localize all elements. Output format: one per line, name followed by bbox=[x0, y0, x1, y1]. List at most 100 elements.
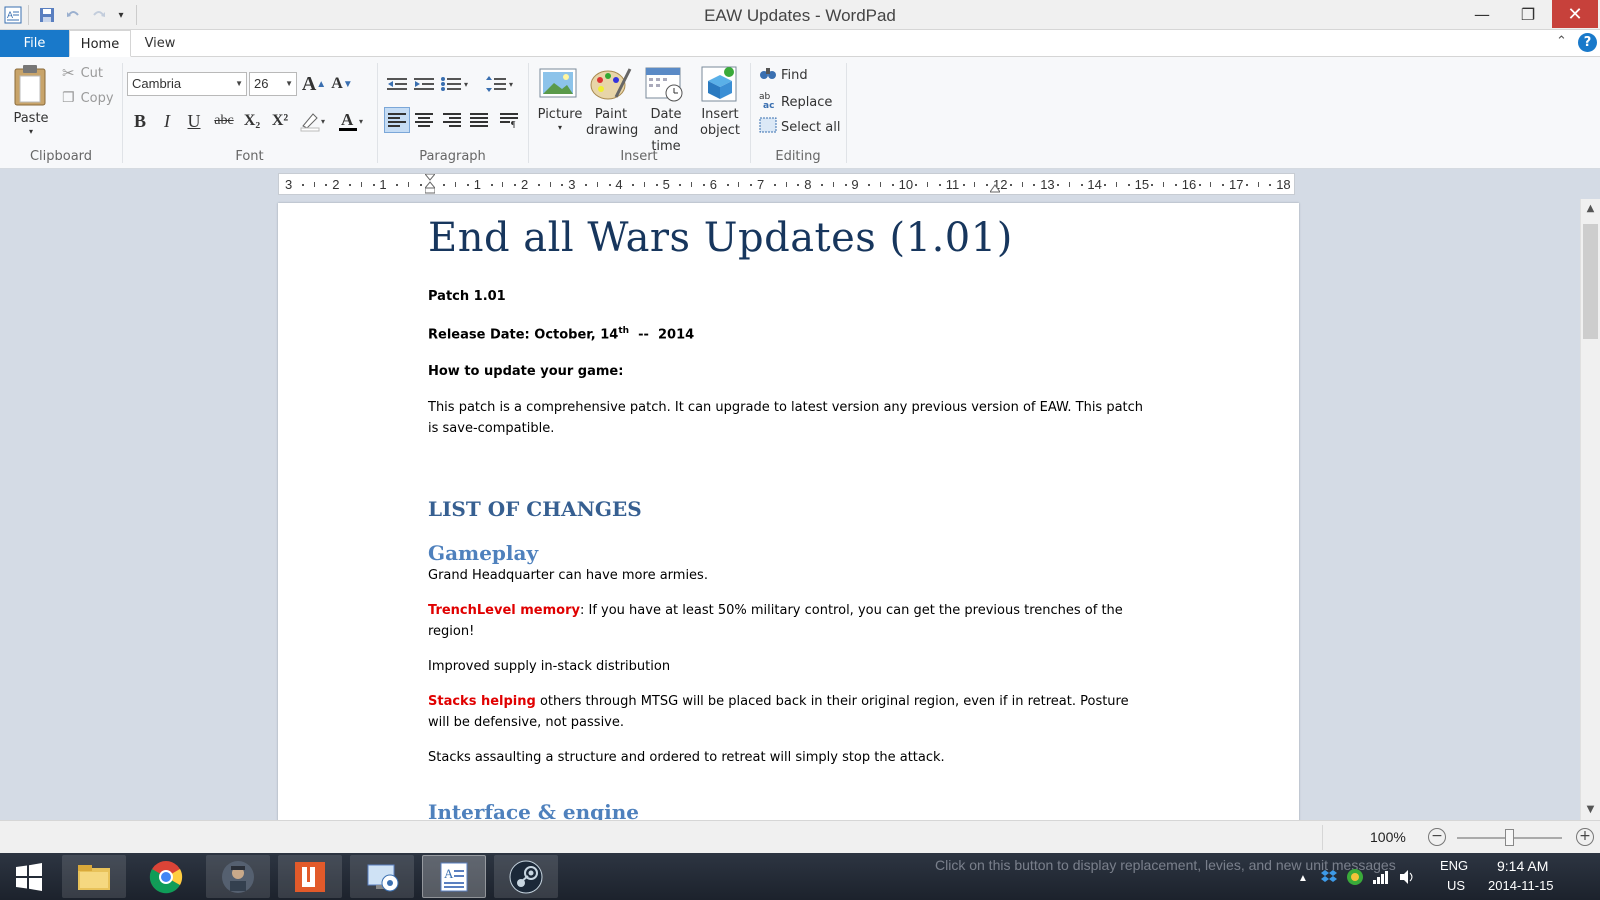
right-indent-marker-icon[interactable] bbox=[989, 182, 1001, 194]
cut-button[interactable]: ✂ Cut bbox=[62, 64, 103, 82]
start-button[interactable] bbox=[0, 855, 58, 898]
decrease-indent-icon[interactable] bbox=[385, 72, 409, 96]
svg-text:▾: ▾ bbox=[464, 80, 468, 89]
underline-button[interactable]: U bbox=[182, 109, 206, 133]
ruler-tick bbox=[821, 184, 823, 186]
gameplay-item: Stacks assaulting a structure and ordere… bbox=[428, 750, 945, 766]
network-signal-icon[interactable] bbox=[1372, 869, 1390, 888]
find-button[interactable]: Find bbox=[759, 65, 808, 85]
release-date-sup: th bbox=[618, 326, 630, 336]
taskbar-office[interactable] bbox=[278, 855, 342, 898]
document-page[interactable]: End all Wars Updates (1.01) Patch 1.01 R… bbox=[278, 203, 1299, 820]
copy-button[interactable]: ❐ Copy bbox=[62, 90, 114, 106]
scroll-down-icon[interactable]: ▼ bbox=[1581, 800, 1600, 820]
collapse-ribbon-icon[interactable]: ⌃ bbox=[1556, 34, 1567, 49]
ruler-number: 5 bbox=[662, 177, 670, 192]
ruler-tick bbox=[1116, 182, 1117, 187]
subscript-button[interactable]: X₂ bbox=[240, 109, 264, 133]
align-left-icon[interactable] bbox=[384, 107, 410, 133]
replace-button[interactable]: ab ac Replace bbox=[759, 91, 832, 113]
increase-indent-icon[interactable] bbox=[412, 72, 436, 96]
bullets-icon[interactable]: ▾ bbox=[440, 72, 474, 96]
clock-time[interactable]: 9:14 AM bbox=[1497, 858, 1548, 874]
minimize-button[interactable]: — bbox=[1462, 0, 1502, 28]
document-title: End all Wars Updates (1.01) bbox=[428, 215, 1013, 261]
input-region[interactable]: US bbox=[1447, 878, 1465, 893]
grow-font-icon: A bbox=[301, 72, 317, 95]
zoom-out-button[interactable]: − bbox=[1428, 828, 1446, 846]
scroll-up-icon[interactable]: ▲ bbox=[1581, 199, 1600, 219]
picture-button[interactable]: Picture ▾ bbox=[536, 63, 584, 132]
grow-font-button[interactable]: A ▲ bbox=[302, 72, 326, 96]
ruler-tick bbox=[301, 184, 304, 186]
font-color-button[interactable]: A ▾ bbox=[336, 109, 368, 133]
ruler-tick bbox=[785, 182, 787, 187]
zoom-slider-thumb[interactable] bbox=[1504, 829, 1514, 846]
highlight-color-button[interactable]: ▾ bbox=[298, 109, 330, 133]
find-label: Find bbox=[781, 67, 808, 83]
strikethrough-button[interactable]: abc bbox=[210, 109, 238, 133]
ruler-number: 2 bbox=[521, 177, 529, 192]
ruler[interactable]: 3 2 1 1 2 3 4 5 6 7 8 9 10 11 12 13 14 15 16 17 18 bbox=[278, 173, 1295, 195]
taskbar-chrome[interactable] bbox=[134, 855, 198, 898]
shrink-font-button[interactable]: A ▼ bbox=[330, 72, 354, 96]
ruler-number: 1 bbox=[473, 177, 482, 192]
volume-icon[interactable] bbox=[1398, 868, 1416, 889]
tab-home[interactable]: Home bbox=[69, 30, 131, 57]
font-family-value: Cambria bbox=[132, 76, 182, 91]
italic-button[interactable]: I bbox=[155, 109, 179, 133]
document-canvas[interactable]: End all Wars Updates (1.01) Patch 1.01 R… bbox=[0, 199, 1580, 820]
ruler-tick bbox=[726, 184, 729, 186]
security-shield-icon[interactable] bbox=[1346, 868, 1364, 889]
ruler-number: 2 bbox=[332, 177, 340, 192]
picture-icon bbox=[539, 68, 577, 98]
clock-date[interactable]: 2014-11-15 bbox=[1488, 878, 1554, 893]
insert-object-label-1: Insert bbox=[701, 107, 739, 122]
select-all-button[interactable]: Select all bbox=[759, 117, 840, 137]
svg-text:¶: ¶ bbox=[511, 120, 516, 128]
ruler-tick bbox=[596, 182, 598, 187]
help-icon[interactable]: ? bbox=[1578, 33, 1597, 52]
taskbar-file-explorer[interactable] bbox=[62, 855, 126, 898]
paragraph-settings-icon[interactable]: ¶ bbox=[497, 108, 521, 132]
list-of-changes-heading: LIST OF CHANGES bbox=[428, 497, 642, 522]
line-spacing-icon[interactable]: ▾ bbox=[485, 72, 519, 96]
align-right-icon[interactable] bbox=[440, 108, 464, 132]
font-size-select[interactable]: 26 ▼ bbox=[249, 72, 297, 96]
date-time-button[interactable]: Date and time bbox=[638, 63, 694, 155]
tab-view[interactable]: View bbox=[131, 30, 189, 57]
taskbar-game[interactable] bbox=[206, 855, 270, 898]
ruler-tick bbox=[1210, 182, 1212, 187]
tab-file[interactable]: File bbox=[0, 30, 69, 57]
scissors-icon: ✂ bbox=[62, 64, 75, 82]
taskbar-steam[interactable] bbox=[494, 855, 558, 898]
superscript-button[interactable]: X² bbox=[268, 109, 292, 133]
paint-drawing-label-1: Paint bbox=[594, 107, 628, 122]
window-title: EAW Updates - WordPad bbox=[704, 6, 896, 25]
ruler-tick bbox=[1198, 184, 1201, 186]
zoom-in-button[interactable]: + bbox=[1576, 828, 1594, 846]
vertical-scrollbar[interactable]: ▲ ▼ bbox=[1580, 199, 1600, 820]
document-body[interactable]: End all Wars Updates (1.01) Patch 1.01 R… bbox=[428, 215, 1148, 820]
patch-line: Patch 1.01 bbox=[428, 289, 506, 304]
indent-marker-icon[interactable] bbox=[423, 173, 436, 194]
close-button[interactable]: ✕ bbox=[1552, 0, 1598, 28]
paste-button[interactable]: Paste ▾ bbox=[10, 63, 52, 143]
taskbar-wordpad[interactable]: A bbox=[422, 855, 486, 898]
input-language[interactable]: ENG bbox=[1440, 858, 1468, 873]
font-group-label: Font bbox=[235, 149, 264, 164]
group-separator bbox=[750, 63, 751, 163]
paint-drawing-button[interactable]: Paint drawing bbox=[586, 63, 638, 139]
dropbox-icon[interactable] bbox=[1320, 869, 1338, 888]
bold-button[interactable]: B bbox=[128, 109, 152, 133]
restore-button[interactable]: ❐ bbox=[1508, 0, 1548, 28]
show-hidden-icons-icon[interactable]: ▲ bbox=[1298, 873, 1308, 884]
scroll-thumb[interactable] bbox=[1583, 224, 1598, 339]
insert-object-button[interactable]: Insert object bbox=[696, 63, 744, 139]
font-family-select[interactable]: Cambria ▼ bbox=[127, 72, 247, 96]
justify-icon[interactable] bbox=[467, 108, 491, 132]
ruler-tick bbox=[927, 182, 929, 187]
ruler-number: 3 bbox=[568, 177, 576, 192]
taskbar-remote-desktop[interactable] bbox=[350, 855, 414, 898]
align-center-icon[interactable] bbox=[412, 108, 436, 132]
